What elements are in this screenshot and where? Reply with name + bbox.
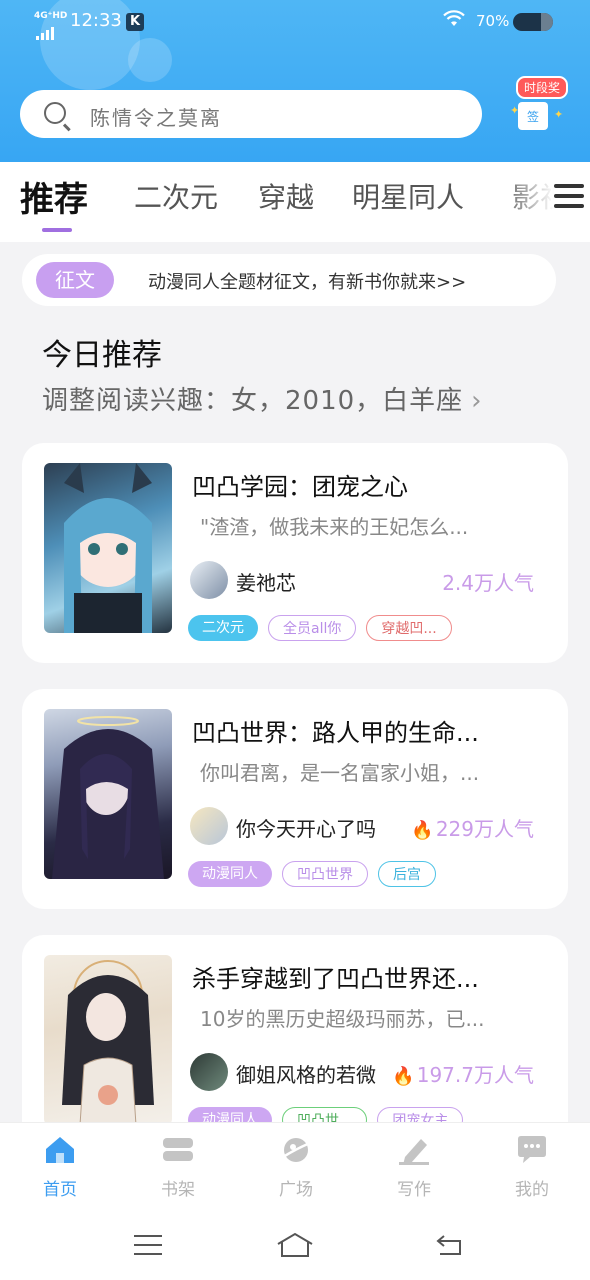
contest-message: 动漫同人全题材征文，有新书你就来>> <box>148 272 467 293</box>
tab-time-travel[interactable]: 穿越 <box>258 176 314 216</box>
decor-bubble-small <box>128 38 172 82</box>
contest-chip: 征文 <box>36 262 114 298</box>
book-description: "渣渣，做我未来的王妃怎么... <box>200 515 469 539</box>
book-description: 10岁的黑历史超级玛丽苏，已... <box>200 1007 485 1031</box>
daily-reward-button[interactable]: ✦ ✦ 时段奖 签 <box>508 74 578 136</box>
fire-icon: 🔥 <box>411 820 434 841</box>
tag[interactable]: 二次元 <box>188 615 258 641</box>
book-card[interactable]: 凹凸世界：路人甲的生命... 你叫君离，是一名富家小姐，... 你今天开心了吗 … <box>22 689 568 909</box>
contest-notice[interactable]: 征文 动漫同人全题材征文，有新书你就来>> <box>22 254 556 306</box>
battery-icon <box>513 13 553 31</box>
popularity-value: 197.7万人气 <box>416 1063 534 1087</box>
back-icon[interactable] <box>434 1232 464 1262</box>
author-name: 姜祂芯 <box>236 571 296 595</box>
author-name: 你今天开心了吗 <box>236 817 376 841</box>
system-navigation <box>0 1210 590 1280</box>
popularity: 2.4万人气 <box>442 567 534 596</box>
popularity: 🔥 229万人气 <box>411 813 534 842</box>
nav-home-label: 首页 <box>43 1180 77 1200</box>
book-card[interactable]: 凹凸学园：团宠之心 "渣渣，做我未来的王妃怎么... 姜祂芯 2.4万人气 二次… <box>22 443 568 663</box>
bottom-navigation: 首页 书架 广场 写作 我的 <box>0 1122 590 1211</box>
nav-plaza-label: 广场 <box>279 1180 313 1200</box>
recent-apps-icon[interactable] <box>134 1234 162 1260</box>
tag-list: 二次元 全员all你 穿越凹... <box>188 615 462 641</box>
pen-icon <box>397 1135 431 1165</box>
category-tabs: 推荐 二次元 穿越 明星同人 影视 <box>0 162 590 242</box>
book-title: 凹凸世界：路人甲的生命... <box>192 719 479 747</box>
book-cover <box>44 463 172 633</box>
wifi-icon <box>443 10 465 33</box>
app-header: 4G⁺HD 12:33 K 70% 陈情令之莫离 ✦ ✦ 时段奖 签 <box>0 0 590 162</box>
tag-list: 动漫同人 凹凸世界 后宫 <box>188 861 446 887</box>
book-cover <box>44 709 172 879</box>
nav-write[interactable]: 写作 <box>374 1135 454 1200</box>
interest-settings-text: 调整阅读兴趣：女，2010，白羊座 <box>42 386 464 416</box>
nav-plaza[interactable]: 广场 <box>256 1135 336 1200</box>
search-icon <box>44 102 66 124</box>
popularity: 🔥 197.7万人气 <box>392 1059 534 1088</box>
book-cover <box>44 955 172 1125</box>
author-avatar <box>190 561 228 599</box>
tag[interactable]: 穿越凹... <box>366 615 452 641</box>
menu-icon[interactable] <box>554 184 584 214</box>
battery-percent: 70% <box>476 12 510 30</box>
tab-celebrity[interactable]: 明星同人 <box>352 176 464 216</box>
tag[interactable]: 全员all你 <box>268 615 357 641</box>
author-avatar <box>190 807 228 845</box>
tag[interactable]: 后宫 <box>378 861 436 887</box>
app-notification-icon: K <box>126 13 144 31</box>
planet-icon <box>279 1135 313 1165</box>
nav-bookshelf[interactable]: 书架 <box>138 1135 218 1200</box>
nav-bookshelf-label: 书架 <box>161 1180 195 1200</box>
search-bar[interactable]: 陈情令之莫离 <box>20 90 482 138</box>
book-description: 你叫君离，是一名富家小姐，... <box>200 761 480 785</box>
clock: 12:33 <box>70 10 122 31</box>
status-bar: 4G⁺HD 12:33 K 70% <box>0 0 590 42</box>
tag[interactable]: 凹凸世界 <box>282 861 368 887</box>
reward-badge: 时段奖 <box>516 76 569 99</box>
nav-home[interactable]: 首页 <box>20 1135 100 1200</box>
sparkle-icon: ✦ <box>554 108 564 121</box>
nav-write-label: 写作 <box>397 1180 431 1200</box>
search-placeholder: 陈情令之莫离 <box>90 106 222 130</box>
nav-profile[interactable]: 我的 <box>492 1135 572 1200</box>
book-title: 杀手穿越到了凹凸世界还... <box>192 965 479 993</box>
active-tab-indicator <box>42 228 72 232</box>
popularity-value: 229万人气 <box>435 817 534 841</box>
book-title: 凹凸学园：团宠之心 <box>192 473 408 501</box>
bookshelf-icon <box>161 1135 195 1165</box>
signal-icon <box>36 20 56 40</box>
chevron-right-icon: › <box>471 386 483 416</box>
author-name: 御姐风格的若微 <box>236 1063 376 1087</box>
fire-icon: 🔥 <box>392 1066 415 1087</box>
popularity-value: 2.4万人气 <box>442 571 534 595</box>
home-icon <box>43 1135 77 1165</box>
chat-bubble-icon <box>515 1135 549 1165</box>
home-button-icon[interactable] <box>276 1232 314 1262</box>
gift-box-icon: 签 <box>518 102 548 130</box>
author-avatar <box>190 1053 228 1091</box>
nav-profile-label: 我的 <box>515 1180 549 1200</box>
section-title: 今日推荐 <box>42 338 162 373</box>
interest-settings-link[interactable]: 调整阅读兴趣：女，2010，白羊座 › <box>42 380 483 417</box>
tab-anime[interactable]: 二次元 <box>134 176 218 216</box>
tab-recommend[interactable]: 推荐 <box>20 172 88 221</box>
tag[interactable]: 动漫同人 <box>188 861 272 887</box>
